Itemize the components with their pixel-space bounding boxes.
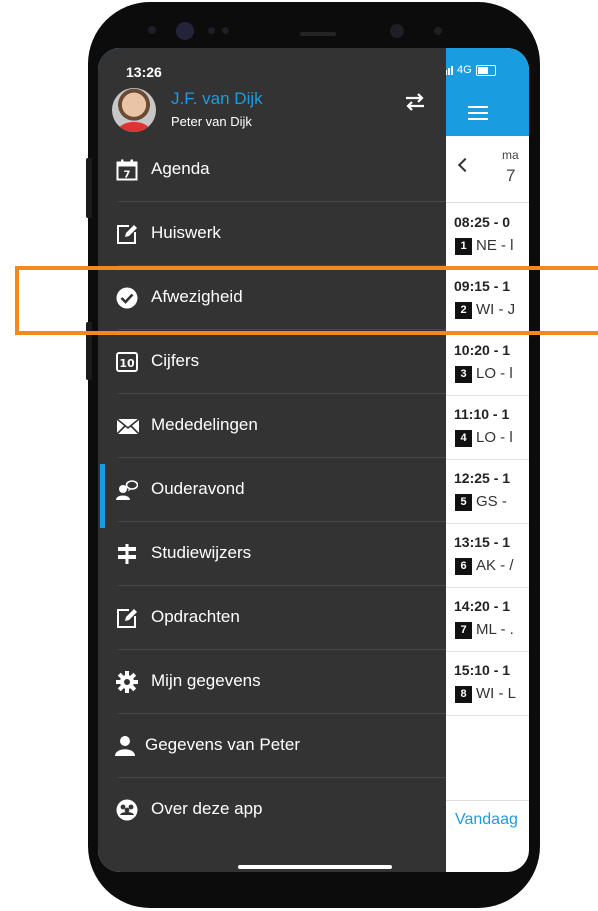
lesson-hour-badge: 1 (455, 238, 472, 255)
menu-item-opdrachten[interactable]: Opdrachten (98, 586, 446, 650)
menu-item-ouderavond[interactable]: Ouderavond (98, 458, 446, 528)
day-abbreviation: ma (502, 148, 519, 162)
signpost-icon (118, 544, 136, 564)
home-indicator[interactable] (238, 865, 392, 869)
menu-item-label: Ouderavond (151, 479, 245, 498)
sensor-icon (208, 27, 215, 34)
edit-icon (117, 225, 137, 244)
lesson-row[interactable]: 10:20 - 1 3 LO - l (446, 332, 529, 396)
lesson-hour-badge: 5 (455, 494, 472, 511)
navigation-drawer: 13:26 J.F. van Dijk Peter van Dijk 7 Age… (98, 48, 446, 872)
lesson-row[interactable]: 12:25 - 1 5 GS - (446, 460, 529, 524)
front-camera-icon (176, 22, 194, 40)
status-time: 13:26 (126, 64, 162, 80)
phone-screen: 4G ma 7 08:25 - 0 1 NE - l 09:15 - 1 2 W… (98, 48, 529, 872)
menu-item-label: Studiewijzers (151, 543, 252, 562)
menu-item-gegevens-peter[interactable]: Gegevens van Peter (98, 714, 446, 778)
calendar-icon: 7 (116, 159, 138, 181)
menu-item-label: Gegevens van Peter (145, 735, 300, 754)
switch-account-icon[interactable] (404, 92, 426, 112)
sensor-icon (148, 26, 156, 34)
highlight-box (15, 266, 598, 335)
lesson-subject: NE - l (476, 237, 514, 254)
lesson-subject: LO - l (476, 429, 513, 446)
person-chat-icon (116, 480, 138, 500)
edit-icon (117, 609, 137, 628)
date-navigator: ma 7 (446, 138, 529, 203)
lesson-time: 10:20 - 1 (454, 342, 511, 358)
sensor-icon (222, 27, 229, 34)
speaker-grille (300, 32, 336, 36)
active-indicator (100, 464, 105, 528)
lesson-hour-badge: 7 (455, 622, 472, 639)
group-icon (116, 799, 138, 821)
menu-item-mijn-gegevens[interactable]: Mijn gegevens (98, 650, 446, 714)
lesson-row[interactable]: 08:25 - 0 1 NE - l (446, 204, 529, 268)
avatar[interactable] (112, 88, 156, 132)
network-label: 4G (457, 64, 472, 76)
gear-icon (116, 671, 138, 693)
menu-item-mededelingen[interactable]: Mededelingen (98, 394, 446, 458)
footer-bar: Vandaag (446, 800, 529, 845)
user-icon (115, 736, 135, 756)
lesson-time: 12:25 - 1 (454, 470, 511, 486)
menu-item-huiswerk[interactable]: Huiswerk (98, 202, 446, 266)
menu-item-label: Huiswerk (151, 223, 221, 242)
menu-item-cijfers[interactable]: 10 Cijfers (98, 330, 446, 394)
lesson-subject: GS - (476, 493, 507, 510)
lesson-hour-badge: 4 (455, 430, 472, 447)
drawer-menu: 7 Agenda Huiswerk Afwezigheid 10 Cijfers… (98, 138, 446, 842)
menu-item-label: Mededelingen (151, 415, 258, 434)
lesson-subject: LO - l (476, 365, 513, 382)
lesson-time: 08:25 - 0 (454, 214, 511, 230)
lesson-hour-badge: 8 (455, 686, 472, 703)
chevron-left-icon[interactable] (457, 157, 473, 173)
day-number[interactable]: 7 (506, 166, 515, 186)
sensor-icon (434, 27, 442, 35)
lesson-time: 14:20 - 1 (454, 598, 511, 614)
menu-item-label: Agenda (151, 159, 210, 178)
status-indicators: 4G (442, 64, 496, 76)
proximity-sensor-icon (390, 24, 404, 38)
lesson-row[interactable]: 14:20 - 1 7 ML - . (446, 588, 529, 652)
menu-item-label: Opdrachten (151, 607, 240, 626)
child-name: Peter van Dijk (171, 114, 252, 129)
lesson-subject: WI - L (476, 685, 516, 702)
today-button[interactable]: Vandaag (455, 811, 518, 829)
menu-item-label: Mijn gegevens (151, 671, 261, 690)
lesson-time: 15:10 - 1 (454, 662, 511, 678)
menu-item-studiewijzers[interactable]: Studiewijzers (98, 522, 446, 586)
volume-button (86, 158, 92, 218)
grade-10-icon: 10 (116, 352, 138, 372)
menu-item-label: Over deze app (151, 799, 263, 818)
menu-item-agenda[interactable]: 7 Agenda (98, 138, 446, 202)
menu-item-over-deze-app[interactable]: Over deze app (98, 778, 446, 842)
lesson-row[interactable]: 13:15 - 1 6 AK - / (446, 524, 529, 588)
lesson-time: 11:10 - 1 (454, 406, 510, 422)
menu-item-label: Cijfers (151, 351, 200, 370)
envelope-icon (116, 418, 140, 435)
lesson-time: 13:15 - 1 (454, 534, 511, 550)
lesson-row[interactable]: 15:10 - 1 8 WI - L (446, 652, 529, 716)
battery-icon (475, 64, 496, 76)
lesson-hour-badge: 3 (455, 366, 472, 383)
lesson-row[interactable]: 11:10 - 1 4 LO - l (446, 396, 529, 460)
svg-text:7: 7 (124, 170, 131, 181)
lesson-subject: AK - / (476, 557, 514, 574)
user-name[interactable]: J.F. van Dijk (171, 89, 263, 109)
menu-icon[interactable] (468, 106, 488, 124)
lesson-hour-badge: 6 (455, 558, 472, 575)
svg-text:10: 10 (119, 357, 135, 370)
lesson-subject: ML - . (476, 621, 514, 638)
